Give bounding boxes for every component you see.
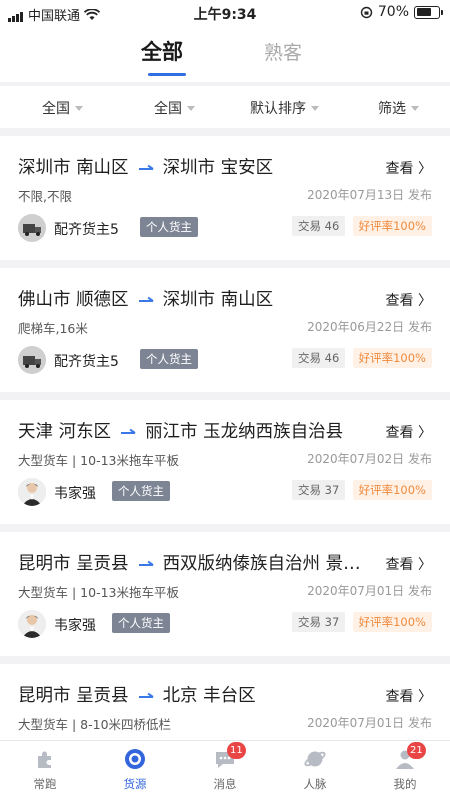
praise-rate: 好评率100% xyxy=(352,612,432,632)
order-card[interactable]: 天津 河东区 丽江市 玉龙纳西族自治县 查看 〉 大型货车 | 10-13米拖车… xyxy=(0,400,450,524)
shipper-type-tag: 个人货主 xyxy=(112,481,170,501)
vehicle-requirement: 大型货车 | 8-10米四桥低栏 xyxy=(18,717,172,732)
filter-bar: 全国 全国 默认排序 筛选 xyxy=(0,86,450,128)
route: 佛山市 顺德区 深圳市 南山区 xyxy=(18,286,273,311)
bottom-tab-bar: 常跑 货源 11 消息 人脉 21 我的 xyxy=(0,740,450,800)
vehicle-requirement: 大型货车 | 10-13米拖车平板 xyxy=(18,453,179,468)
praise-rate: 好评率100% xyxy=(352,480,432,500)
destination: 丽江市 玉龙纳西族自治县 xyxy=(145,422,344,442)
deals-count: 交易 46 xyxy=(292,348,346,368)
caret-down-icon xyxy=(187,105,195,111)
vehicle-requirement: 不限,不限 xyxy=(18,189,72,204)
order-card[interactable]: 佛山市 顺德区 深圳市 南山区 查看 〉 爬梯车,16米 2020年06月22日… xyxy=(0,268,450,392)
nav-frequent-routes[interactable]: 常跑 xyxy=(10,747,80,792)
notification-badge: 21 xyxy=(407,742,426,759)
order-card[interactable]: 昆明市 呈贡县 西双版纳傣族自治州 景洪市 查看 〉 大型货车 | 10-13米… xyxy=(0,532,450,656)
destination: 西双版纳傣族自治州 景洪市 xyxy=(162,554,363,574)
publish-date: 2020年07月01日 发布 xyxy=(307,584,432,598)
shipper-type-tag: 个人货主 xyxy=(140,217,198,237)
shipper-name: 韦家强 xyxy=(54,486,96,502)
caret-down-icon xyxy=(75,105,83,111)
filter-more[interactable]: 筛选 xyxy=(378,98,419,118)
origin: 深圳市 南山区 xyxy=(18,158,129,178)
shipper-name: 配齐货主5 xyxy=(54,354,119,370)
view-button[interactable]: 查看 〉 xyxy=(386,554,432,574)
destination: 深圳市 宝安区 xyxy=(162,158,274,178)
publish-date: 2020年07月01日 发布 xyxy=(307,716,432,730)
filter-sort[interactable]: 默认排序 xyxy=(250,98,319,118)
nav-profile[interactable]: 21 我的 xyxy=(370,742,440,792)
shipper-type-tag: 个人货主 xyxy=(112,613,170,633)
route: 深圳市 南山区 深圳市 宝安区 xyxy=(18,154,273,179)
arrow-right-icon xyxy=(138,295,153,303)
battery-percent: 70% xyxy=(377,4,409,20)
avatar[interactable] xyxy=(18,346,46,374)
nav-contacts[interactable]: 人脉 xyxy=(280,747,350,792)
order-card[interactable]: 深圳市 南山区 深圳市 宝安区 查看 〉 不限,不限 2020年07月13日 发… xyxy=(0,136,450,260)
avatar[interactable] xyxy=(18,610,46,638)
arrow-right-icon xyxy=(138,163,153,171)
arrow-right-icon xyxy=(138,691,153,699)
chat-icon: 11 xyxy=(213,742,246,771)
tab-all[interactable]: 全部 xyxy=(141,36,183,66)
shipper-name: 配齐货主5 xyxy=(54,222,119,238)
rotation-lock-icon xyxy=(360,6,373,18)
vehicle-requirement: 大型货车 | 10-13米拖车平板 xyxy=(18,585,179,600)
vehicle-requirement: 爬梯车,16米 xyxy=(18,321,88,336)
order-card[interactable]: 昆明市 呈贡县 北京 丰台区 查看 〉 大型货车 | 8-10米四桥低栏 202… xyxy=(0,664,450,740)
destination: 深圳市 南山区 xyxy=(162,290,274,310)
destination: 北京 丰台区 xyxy=(162,686,256,706)
publish-date: 2020年07月13日 发布 xyxy=(307,188,432,202)
active-tab-indicator xyxy=(148,73,186,76)
arrow-right-icon xyxy=(121,427,136,435)
avatar[interactable] xyxy=(18,478,46,506)
route: 昆明市 呈贡县 北京 丰台区 xyxy=(18,682,256,707)
filter-destination[interactable]: 全国 xyxy=(154,98,195,118)
publish-date: 2020年07月02日 发布 xyxy=(307,452,432,466)
caret-down-icon xyxy=(411,105,419,111)
planet-icon xyxy=(303,747,327,771)
unread-badge: 11 xyxy=(227,742,246,759)
avatar[interactable] xyxy=(18,214,46,242)
shipper-name: 韦家强 xyxy=(54,618,96,634)
view-button[interactable]: 查看 〉 xyxy=(386,158,432,178)
deals-count: 交易 46 xyxy=(292,216,346,236)
caret-down-icon xyxy=(311,105,319,111)
deals-count: 交易 37 xyxy=(292,480,346,500)
shipper-type-tag: 个人货主 xyxy=(140,349,198,369)
deals-count: 交易 37 xyxy=(292,612,346,632)
nav-cargo-source[interactable]: 货源 xyxy=(100,747,170,792)
view-button[interactable]: 查看 〉 xyxy=(386,686,432,706)
nav-messages[interactable]: 11 消息 xyxy=(190,742,260,792)
tab-acquaintances[interactable]: 熟客 xyxy=(264,38,302,65)
route: 昆明市 呈贡县 西双版纳傣族自治州 景洪市 xyxy=(18,550,363,575)
user-icon: 21 xyxy=(393,742,426,771)
praise-rate: 好评率100% xyxy=(352,348,432,368)
puzzle-icon xyxy=(33,747,57,771)
battery-icon xyxy=(414,5,443,19)
origin: 昆明市 呈贡县 xyxy=(18,554,129,574)
filter-origin[interactable]: 全国 xyxy=(42,98,83,118)
route: 天津 河东区 丽江市 玉龙纳西族自治县 xyxy=(18,418,343,443)
target-icon xyxy=(123,747,147,771)
praise-rate: 好评率100% xyxy=(352,216,432,236)
view-button[interactable]: 查看 〉 xyxy=(386,422,432,442)
segment-tabs: 全部 熟客 xyxy=(0,26,450,82)
arrow-right-icon xyxy=(138,559,153,567)
origin: 天津 河东区 xyxy=(18,422,112,442)
status-bar: 中国联通 上午9:34 70% xyxy=(0,0,450,26)
view-button[interactable]: 查看 〉 xyxy=(386,290,432,310)
origin: 昆明市 呈贡县 xyxy=(18,686,129,706)
publish-date: 2020年06月22日 发布 xyxy=(307,320,432,334)
origin: 佛山市 顺德区 xyxy=(18,290,129,310)
